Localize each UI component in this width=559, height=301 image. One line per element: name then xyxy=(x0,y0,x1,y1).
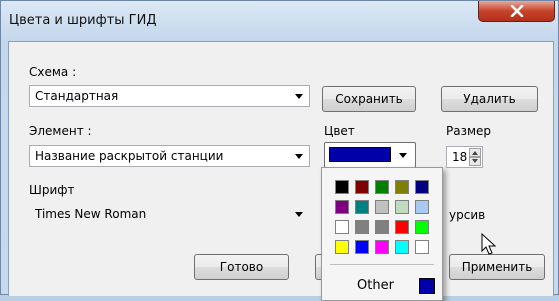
palette-color-cell[interactable] xyxy=(395,240,409,254)
palette-color-cell[interactable] xyxy=(355,180,369,194)
dialog-window: Цвета и шрифты ГИД Схема : Стандартная С… xyxy=(0,0,559,301)
size-value: 18 xyxy=(452,150,468,164)
size-label: Размер xyxy=(446,124,492,138)
element-select[interactable]: Название раскрытой станции xyxy=(29,145,310,167)
palette-color-cell[interactable] xyxy=(375,240,389,254)
apply-button-label: Применить xyxy=(461,260,533,274)
scheme-select[interactable]: Стандартная xyxy=(29,85,310,107)
palette-color-cell[interactable] xyxy=(415,220,429,234)
palette-color-cell[interactable] xyxy=(355,240,369,254)
palette-color-cell[interactable] xyxy=(355,200,369,214)
element-label: Элемент : xyxy=(29,124,92,138)
close-button[interactable] xyxy=(478,1,555,22)
size-down-button[interactable] xyxy=(469,157,481,166)
chevron-up-icon xyxy=(472,151,478,155)
ok-button-label: Готово xyxy=(219,260,264,274)
palette-color-cell[interactable] xyxy=(375,180,389,194)
palette-color-cell[interactable] xyxy=(395,220,409,234)
color-picker-button[interactable] xyxy=(324,142,416,168)
palette-color-cell[interactable] xyxy=(415,240,429,254)
size-up-button[interactable] xyxy=(469,148,481,157)
palette-color-cell[interactable] xyxy=(415,180,429,194)
font-label: Шрифт xyxy=(29,183,75,197)
palette-color-cell[interactable] xyxy=(335,180,349,194)
save-button-label: Сохранить xyxy=(335,92,403,106)
delete-button-label: Удалить xyxy=(463,92,516,106)
chevron-down-icon xyxy=(295,94,303,99)
mouse-cursor-icon xyxy=(481,233,497,255)
font-select[interactable]: Times New Roman xyxy=(29,203,310,225)
ok-button[interactable]: Готово xyxy=(194,254,289,280)
selected-color-swatch xyxy=(329,147,391,162)
palette-color-cell[interactable] xyxy=(415,200,429,214)
palette-color-cell[interactable] xyxy=(395,200,409,214)
palette-separator xyxy=(330,264,434,265)
apply-button[interactable]: Применить xyxy=(449,254,545,280)
delete-button[interactable]: Удалить xyxy=(441,86,538,112)
palette-color-cell[interactable] xyxy=(335,200,349,214)
close-icon xyxy=(510,5,523,17)
element-value: Название раскрытой станции xyxy=(35,149,224,163)
palette-color-cell[interactable] xyxy=(395,180,409,194)
save-button[interactable]: Сохранить xyxy=(322,86,416,112)
scheme-label: Схема : xyxy=(29,65,77,79)
other-color-swatch[interactable] xyxy=(418,277,436,295)
palette-color-cell[interactable] xyxy=(335,240,349,254)
palette-color-cell[interactable] xyxy=(375,200,389,214)
window-title: Цвета и шрифты ГИД xyxy=(9,13,157,28)
size-stepper[interactable]: 18 xyxy=(446,146,483,168)
color-palette-popup: Other xyxy=(321,167,443,301)
palette-color-cell[interactable] xyxy=(355,220,369,234)
dialog-body: Схема : Стандартная Сохранить Удалить Эл… xyxy=(8,41,554,296)
chevron-down-icon xyxy=(295,212,303,217)
chevron-down-icon xyxy=(295,154,303,159)
palette-color-cell[interactable] xyxy=(375,220,389,234)
font-value: Times New Roman xyxy=(35,207,147,221)
italic-checkbox-label[interactable]: урсив xyxy=(449,208,485,222)
chevron-down-icon xyxy=(472,159,478,163)
scheme-value: Стандартная xyxy=(35,89,119,103)
palette-color-cell[interactable] xyxy=(335,220,349,234)
other-color-label[interactable]: Other xyxy=(357,278,394,293)
chevron-down-icon xyxy=(399,153,407,158)
color-label: Цвет xyxy=(324,124,355,138)
